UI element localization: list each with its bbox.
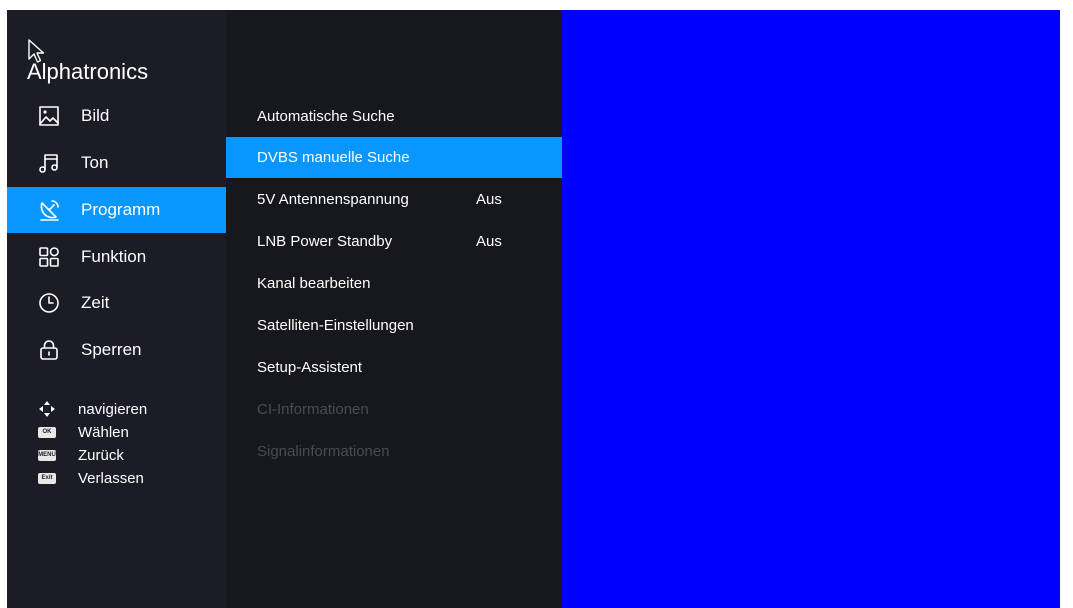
brand-title: Alphatronics: [27, 59, 149, 84]
submenu-item-label: Signalinformationen: [257, 443, 390, 460]
submenu-item-label: DVBS manuelle Suche: [257, 149, 410, 166]
hint-label: Zurück: [78, 446, 124, 464]
submenu-item-label: LNB Power Standby: [257, 233, 393, 250]
music-note-icon: [39, 154, 58, 173]
submenu-item-setup-assistent[interactable]: Setup-Assistent: [226, 347, 562, 388]
submenu-item-ci-informationen: CI-Informationen: [226, 389, 562, 430]
submenu-item-value: Aus: [476, 191, 502, 208]
hint-select: OK Wählen: [38, 421, 129, 443]
hint-label: Verlassen: [78, 469, 144, 487]
submenu-item-label: 5V Antennenspannung: [257, 191, 409, 208]
hint-navigate: navigieren: [38, 398, 147, 420]
main-menu-sidebar: Alphatronics Bild Ton Programm Funktion …: [7, 10, 226, 608]
submenu-item-label: Setup-Assistent: [257, 359, 363, 376]
menu-key-icon: MENU: [38, 449, 56, 461]
lock-icon: [40, 340, 58, 360]
programm-submenu: Automatische Suche DVBS manuelle Suche 5…: [226, 10, 562, 608]
submenu-item-label: Automatische Suche: [257, 108, 395, 125]
menu-item-sperren[interactable]: Sperren: [7, 327, 226, 373]
submenu-item-satelliten-einstellungen[interactable]: Satelliten-Einstellungen: [226, 305, 562, 346]
exit-key-icon: Exit: [38, 472, 56, 484]
satellite-dish-icon: [40, 200, 59, 221]
menu-item-zeit[interactable]: Zeit: [7, 280, 226, 326]
hint-label: navigieren: [78, 400, 148, 418]
tv-screen: Alphatronics Bild Ton Programm Funktion …: [7, 10, 1060, 608]
submenu-item-label: CI-Informationen: [257, 401, 369, 418]
ok-key-icon: OK: [38, 426, 56, 438]
menu-item-programm[interactable]: Programm: [7, 187, 226, 233]
hint-label: Wählen: [78, 423, 129, 441]
menu-item-bild[interactable]: Bild: [7, 93, 226, 139]
clock-icon: [39, 293, 59, 313]
menu-item-label: Zeit: [81, 293, 110, 312]
submenu-item-kanal-bearbeiten[interactable]: Kanal bearbeiten: [226, 263, 562, 304]
video-preview-area: [562, 10, 1060, 608]
menu-item-label: Funktion: [81, 247, 147, 266]
menu-item-label: Bild: [81, 106, 110, 125]
menu-item-funktion[interactable]: Funktion: [7, 234, 226, 280]
submenu-item-automatische-suche[interactable]: Automatische Suche: [226, 96, 562, 137]
submenu-item-dvbs-manuelle-suche[interactable]: DVBS manuelle Suche: [226, 137, 562, 178]
menu-item-label: Ton: [81, 153, 109, 172]
submenu-item-label: Satelliten-Einstellungen: [257, 317, 414, 334]
submenu-item-signalinformationen: Signalinformationen: [226, 431, 562, 472]
hint-exit: Exit Verlassen: [38, 467, 144, 489]
menu-item-ton[interactable]: Ton: [7, 140, 226, 186]
submenu-item-5v-antennenspannung[interactable]: 5V Antennenspannung Aus: [226, 179, 562, 220]
submenu-item-label: Kanal bearbeiten: [257, 275, 371, 292]
submenu-item-lnb-power-standby[interactable]: LNB Power Standby Aus: [226, 221, 562, 262]
menu-item-label: Programm: [81, 200, 161, 219]
mouse-pointer-icon: [28, 39, 45, 63]
menu-item-label: Sperren: [81, 340, 142, 359]
submenu-item-value: Aus: [476, 233, 502, 250]
grid-icon: [39, 247, 59, 267]
dpad-arrows-icon: [39, 401, 55, 417]
hint-back: MENU Zurück: [38, 444, 124, 466]
picture-icon: [39, 106, 59, 126]
